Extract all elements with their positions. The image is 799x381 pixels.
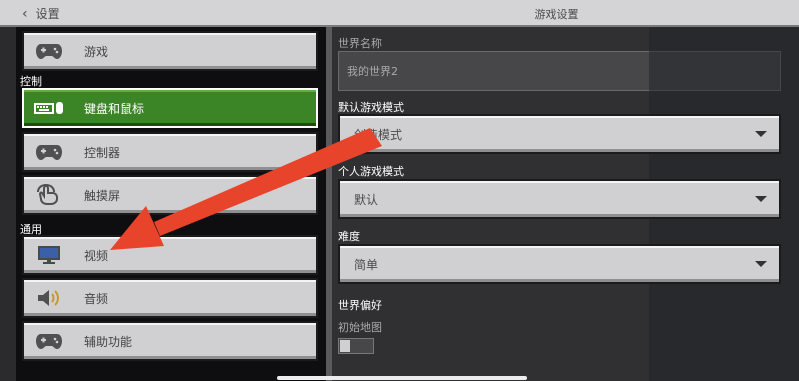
sidebar-item-audio[interactable]: 音频 (22, 278, 318, 318)
caret-down-icon (755, 131, 767, 137)
starting-map-toggle[interactable] (338, 338, 374, 354)
game-settings-panel: 世界名称 我的世界2 默认游戏模式 创造模式 个人游戏模式 默认 难度 简单 世… (332, 27, 799, 381)
caret-down-icon (755, 261, 767, 267)
sidebar-item-touch[interactable]: 触摸屏 (22, 175, 318, 215)
controller-icon (34, 330, 64, 352)
sidebar-item-label: 辅助功能 (84, 334, 133, 349)
toggle-knob (340, 340, 350, 352)
caret-down-icon (755, 196, 767, 202)
controller-icon (34, 141, 64, 163)
sidebar-item-label: 控制器 (84, 145, 121, 160)
dropdown-value: 简单 (354, 257, 379, 272)
default-mode-dropdown[interactable]: 创造模式 (338, 114, 781, 154)
sidebar-item-accessibility[interactable]: 辅助功能 (22, 321, 318, 361)
difficulty-dropdown[interactable]: 简单 (338, 244, 781, 284)
sidebar-item-label: 音频 (84, 291, 109, 306)
top-bar: ‹ 设置 游戏设置 (0, 0, 799, 27)
keyboard-mouse-icon (34, 97, 64, 119)
monitor-icon (34, 244, 64, 266)
sidebar-item-controller[interactable]: 控制器 (22, 132, 318, 172)
difficulty-label: 难度 (338, 230, 360, 243)
starting-map-label: 初始地图 (338, 321, 382, 334)
touch-icon (34, 184, 64, 206)
sidebar-item-label: 游戏 (84, 44, 109, 59)
personal-mode-dropdown[interactable]: 默认 (338, 179, 781, 219)
page-title: 游戏设置 (534, 8, 579, 21)
world-name-label: 世界名称 (338, 37, 382, 50)
sidebar-item-label: 视频 (84, 248, 109, 263)
sidebar-item-video[interactable]: 视频 (22, 235, 318, 275)
sidebar-item-label: 触摸屏 (84, 188, 121, 203)
personal-mode-label: 个人游戏模式 (338, 165, 404, 178)
speaker-icon (34, 287, 64, 309)
sidebar-item-label: 键盘和鼠标 (84, 101, 145, 116)
controller-icon (34, 40, 64, 62)
home-indicator[interactable] (277, 376, 527, 380)
sidebar-item-game[interactable]: 游戏 (22, 31, 318, 71)
world-name-input[interactable]: 我的世界2 (338, 51, 781, 91)
world-prefs-label: 世界偏好 (338, 299, 382, 312)
sidebar-item-keyboard-mouse[interactable]: 键盘和鼠标 (22, 88, 318, 128)
dropdown-value: 创造模式 (354, 127, 403, 142)
section-label-controls: 控制 (20, 75, 42, 88)
default-mode-label: 默认游戏模式 (338, 101, 404, 114)
dropdown-value: 默认 (354, 192, 379, 207)
